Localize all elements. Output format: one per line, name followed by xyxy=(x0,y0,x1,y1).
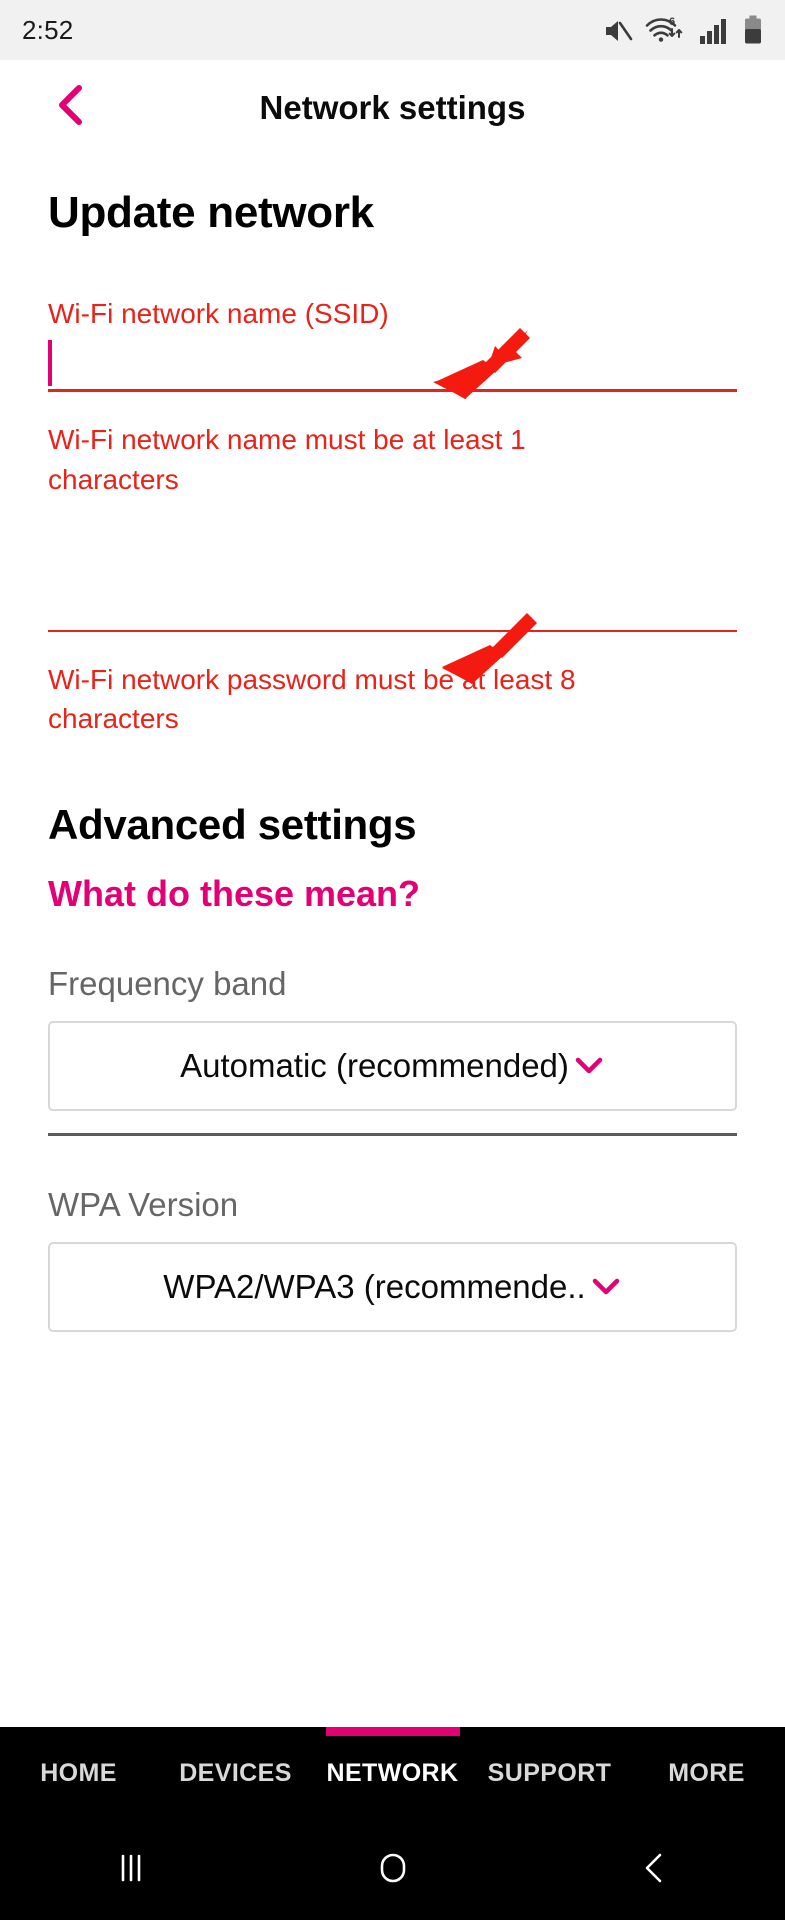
bottom-tab-bar: HOME DEVICES NETWORK SUPPORT MORE xyxy=(0,1727,785,1820)
wpa-version-select[interactable]: WPA2/WPA3 (recommende.. xyxy=(48,1242,737,1332)
wifi6-icon: 6 xyxy=(645,15,687,45)
frequency-band-label: Frequency band xyxy=(48,965,287,1002)
phone-screen: 2:52 6 Network settings Update network W… xyxy=(0,0,785,1920)
tab-more[interactable]: MORE xyxy=(628,1727,785,1820)
status-bar: 2:52 6 xyxy=(0,0,785,60)
password-error-message: Wi-Fi network password must be at least … xyxy=(48,663,576,735)
tab-home-label: HOME xyxy=(40,1759,117,1787)
main-content: Update network Wi-Fi network name (SSID)… xyxy=(0,155,785,1332)
app-header: Network settings xyxy=(0,60,785,155)
ssid-label: Wi-Fi network name (SSID) xyxy=(48,298,389,329)
wpa-version-value: WPA2/WPA3 (recommende.. xyxy=(163,1268,586,1305)
status-time: 2:52 xyxy=(22,14,74,45)
tab-home[interactable]: HOME xyxy=(0,1727,157,1820)
frequency-band-select[interactable]: Automatic (recommended) xyxy=(48,1021,737,1111)
recents-button[interactable] xyxy=(0,1850,262,1891)
back-chevron-icon xyxy=(639,1849,669,1892)
tab-support-label: SUPPORT xyxy=(487,1759,612,1787)
what-do-these-mean-link[interactable]: What do these mean? xyxy=(48,873,737,915)
frequency-band-value: Automatic (recommended) xyxy=(180,1047,569,1084)
back-button[interactable] xyxy=(48,83,92,132)
status-icon-group: 6 xyxy=(603,15,763,45)
ssid-input[interactable] xyxy=(48,334,737,392)
text-caret xyxy=(48,340,52,386)
advanced-settings-heading: Advanced settings xyxy=(48,801,417,848)
home-circle-icon xyxy=(375,1849,411,1892)
ssid-error-message: Wi-Fi network name must be at least 1 ch… xyxy=(48,424,526,495)
recents-icon xyxy=(114,1850,148,1891)
tab-support[interactable]: SUPPORT xyxy=(471,1727,628,1820)
chevron-down-icon xyxy=(573,1055,605,1077)
update-network-heading: Update network xyxy=(48,188,374,237)
wpa-version-label: WPA Version xyxy=(48,1186,239,1223)
signal-icon xyxy=(699,17,731,45)
tab-more-label: MORE xyxy=(668,1759,745,1787)
section-divider xyxy=(48,1133,737,1136)
page-title: Network settings xyxy=(259,88,526,126)
active-tab-indicator xyxy=(325,1727,460,1736)
tab-network-label: NETWORK xyxy=(326,1759,459,1787)
battery-icon xyxy=(743,15,763,45)
chevron-left-icon xyxy=(53,83,87,132)
tab-network[interactable]: NETWORK xyxy=(314,1727,471,1820)
android-nav-bar xyxy=(0,1820,785,1920)
chevron-down-icon xyxy=(590,1276,622,1298)
mute-icon xyxy=(603,17,633,45)
password-input[interactable] xyxy=(48,574,737,632)
tab-devices-label: DEVICES xyxy=(179,1759,292,1787)
tab-devices[interactable]: DEVICES xyxy=(157,1727,314,1820)
password-field-group: Wi-Fi network password must be at least … xyxy=(48,574,737,740)
home-button[interactable] xyxy=(262,1849,524,1892)
nav-back-button[interactable] xyxy=(523,1849,785,1892)
svg-text:6: 6 xyxy=(669,16,675,28)
ssid-field-group: Wi-Fi network name (SSID) Wi-Fi network … xyxy=(48,298,737,500)
